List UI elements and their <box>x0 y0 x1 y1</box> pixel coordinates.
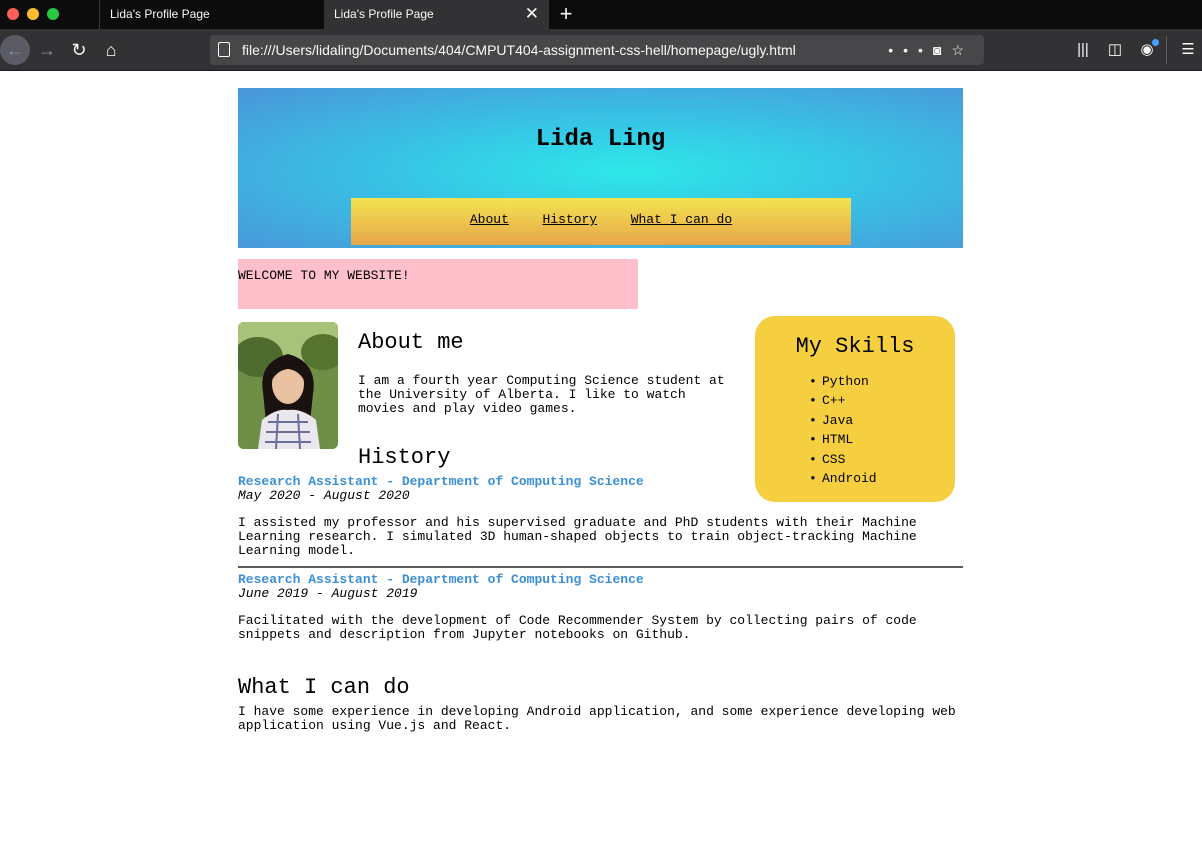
job-title: Research Assistant - Department of Compu… <box>238 572 644 587</box>
nav-link-history[interactable]: History <box>542 212 597 227</box>
job-title: Research Assistant - Department of Compu… <box>238 474 644 489</box>
home-icon[interactable]: ⌂ <box>96 35 126 65</box>
skill-item: Java <box>809 413 877 432</box>
reload-icon[interactable]: ↻ <box>64 35 94 65</box>
forward-icon[interactable]: → <box>32 35 62 65</box>
job-description: I assisted my professor and his supervis… <box>238 515 917 558</box>
star-icon[interactable]: ☆ <box>951 42 974 58</box>
site-title: Lida Ling <box>535 126 666 153</box>
skills-heading: My Skills <box>795 334 915 359</box>
skill-item: CSS <box>809 452 877 471</box>
close-tab-icon[interactable]: ✕ <box>525 0 539 28</box>
tab-inactive[interactable]: Lida's Profile Page <box>99 0 324 29</box>
history-entry: Research Assistant - Department of Compu… <box>238 475 963 558</box>
page-content: Lida Ling About History What I can do WE… <box>0 71 1202 858</box>
history-heading: History <box>358 445 451 470</box>
close-window-button[interactable] <box>7 8 19 20</box>
url-bar[interactable]: file:///Users/lidaling/Documents/404/CMP… <box>210 35 984 65</box>
site-header: Lida Ling About History What I can do <box>238 88 963 248</box>
more-icon[interactable]: ••• <box>888 42 933 58</box>
can-do-text: I have some experience in developing And… <box>238 704 956 733</box>
tab-label: Lida's Profile Page <box>334 7 434 21</box>
job-dates: June 2019 - August 2019 <box>238 586 418 601</box>
profile-photo <box>238 322 338 449</box>
about-heading: About me <box>358 330 464 355</box>
minimize-window-button[interactable] <box>27 8 39 20</box>
job-description: Facilitated with the development of Code… <box>238 613 917 642</box>
nav-toolbar: ← → ↻ ⌂ file:///Users/lidaling/Documents… <box>0 29 1202 71</box>
nav-link-what-i-can-do[interactable]: What I can do <box>631 212 732 227</box>
page-icon <box>218 42 230 57</box>
skill-item: Python <box>809 374 877 393</box>
zoom-window-button[interactable] <box>47 8 59 20</box>
sidebar-icon[interactable]: ◫ <box>1105 39 1125 61</box>
nav-link-about[interactable]: About <box>470 212 509 227</box>
job-dates: May 2020 - August 2020 <box>238 488 410 503</box>
library-icon[interactable]: ||| <box>1073 39 1093 61</box>
about-text: I am a fourth year Computing Science stu… <box>358 373 725 416</box>
can-do-heading: What I can do <box>238 675 410 700</box>
url-actions: •••◙☆ <box>888 35 974 65</box>
url-text[interactable]: file:///Users/lidaling/Documents/404/CMP… <box>242 35 796 65</box>
pocket-icon[interactable]: ◙ <box>933 42 951 58</box>
tab-label: Lida's Profile Page <box>110 7 210 21</box>
tab-bar: Lida's Profile Page Lida's Profile Page … <box>0 0 1202 29</box>
history-entry: Research Assistant - Department of Compu… <box>238 573 963 642</box>
back-icon[interactable]: ← <box>0 35 30 65</box>
skill-item: C++ <box>809 393 877 412</box>
toolbar-separator <box>1166 36 1167 64</box>
history-divider <box>238 566 963 568</box>
skills-list: Python C++ Java HTML CSS Android <box>809 374 877 490</box>
menu-icon[interactable]: ☰ <box>1178 39 1198 61</box>
skill-item: HTML <box>809 432 877 451</box>
account-badge <box>1152 39 1159 46</box>
new-tab-button[interactable]: + <box>556 0 576 29</box>
tab-active[interactable]: Lida's Profile Page ✕ <box>324 0 549 29</box>
site-nav: About History What I can do <box>351 198 851 245</box>
welcome-banner: WELCOME TO MY WEBSITE! <box>238 259 638 309</box>
